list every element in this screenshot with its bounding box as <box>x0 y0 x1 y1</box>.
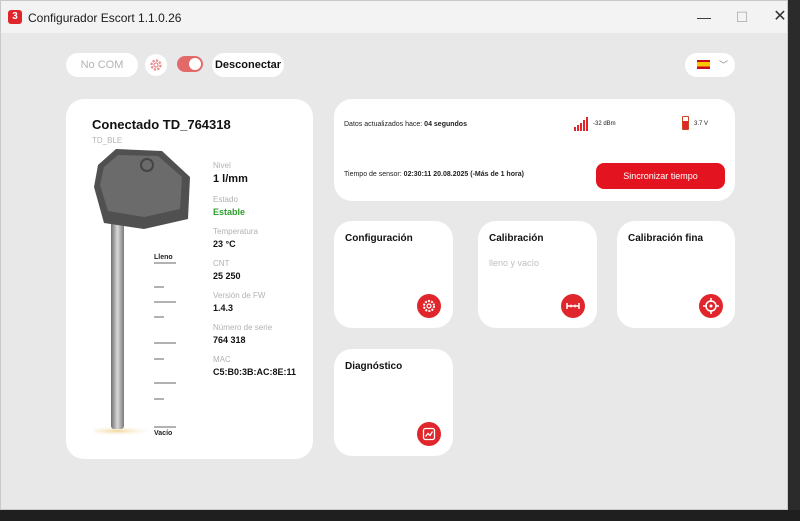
com-settings-button[interactable] <box>145 54 167 76</box>
diagnostics-button[interactable] <box>417 422 441 446</box>
mac-label: MAC <box>213 355 231 364</box>
device-title: Conectado TD_764318 <box>92 117 231 132</box>
connection-toggle[interactable] <box>177 56 203 72</box>
scale-label-full: Lleno <box>154 254 173 261</box>
com-port-selector[interactable]: No COM <box>66 53 138 77</box>
calibration-subtitle: lleno y vacío <box>489 258 540 268</box>
gear-icon <box>423 300 435 312</box>
cnt-label: CNT <box>213 259 230 268</box>
calibration-title: Calibración <box>489 233 544 244</box>
sensor-time-row: Tiempo de sensor: 02:30:11 20.08.2025 (-… <box>344 171 524 178</box>
configuration-button[interactable] <box>417 294 441 318</box>
configuration-title: Configuración <box>345 233 413 244</box>
sensor-time-label: Tiempo de sensor: <box>344 171 402 178</box>
updated-row: Datos actualizados hace: 04 segundos <box>344 121 467 128</box>
disconnect-button[interactable]: Desconectar <box>212 53 284 77</box>
signal-strength-icon <box>574 117 590 131</box>
sync-time-button[interactable]: Sincronizar tiempo <box>596 163 725 189</box>
state-label: Estado <box>213 195 238 204</box>
device-card: Conectado TD_764318 TD_BLE Lleno Vacío N… <box>66 99 313 459</box>
fw-version-label: Versión de FW <box>213 291 266 300</box>
minimize-button[interactable]: — <box>689 7 719 27</box>
configuration-tile[interactable]: Configuración <box>334 221 453 328</box>
app-logo-icon: 3 <box>8 10 22 24</box>
maximize-button[interactable]: ☐ <box>727 7 757 27</box>
sensor-time-note: (-Más de 1 hora) <box>470 171 524 178</box>
crosshair-icon <box>703 298 719 314</box>
temperature-label: Temperatura <box>213 227 258 236</box>
close-button[interactable]: ✕ <box>765 7 787 27</box>
state-value: Estable <box>213 207 246 217</box>
mac-value: C5:B0:3B:AC:8E:11 <box>213 367 297 377</box>
battery-value: 3.7 V <box>694 121 709 127</box>
scale-label-empty: Vacío <box>154 430 172 437</box>
chevron-down-icon: ﹀ <box>719 60 729 70</box>
ruler-icon <box>566 303 580 309</box>
temperature-value: 23 °C <box>213 239 236 249</box>
fine-calibration-tile[interactable]: Calibración fina <box>617 221 735 328</box>
spain-flag-icon <box>697 60 710 69</box>
diagnostics-title: Diagnóstico <box>345 361 403 372</box>
serial-label: Número de serie <box>213 323 273 332</box>
level-label: Nivel <box>213 161 231 170</box>
updated-label: Datos actualizados hace: <box>344 121 423 128</box>
sensor-time-value: 02:30:11 20.08.2025 <box>403 171 469 178</box>
taskbar <box>0 510 800 521</box>
diagnostics-tile[interactable]: Diagnóstico <box>334 349 453 456</box>
language-selector[interactable]: ﹀ <box>685 53 735 77</box>
window-title: Configurador Escort 1.1.0.26 <box>28 11 182 25</box>
gear-icon <box>150 59 162 71</box>
fine-calibration-title: Calibración fina <box>628 233 704 244</box>
device-info-list: Nivel 1 l/mm Estado Estable Temperatura … <box>213 161 296 377</box>
fw-version-value: 1.4.3 <box>213 303 234 313</box>
status-card: Datos actualizados hace: 04 segundos -32… <box>334 99 735 201</box>
calibration-tile[interactable]: Calibración lleno y vacío <box>478 221 597 328</box>
level-value: 1 l/mm <box>213 173 248 185</box>
fine-calibration-button[interactable] <box>699 294 723 318</box>
calibration-button[interactable] <box>561 294 585 318</box>
toggle-knob <box>189 58 201 70</box>
app-window: 3 Configurador Escort 1.1.0.26 — ☐ ✕ No … <box>0 0 788 510</box>
serial-value: 764 318 <box>213 335 246 345</box>
sensor-illustration: Lleno Vacío <box>94 149 190 437</box>
updated-value: 04 segundos <box>424 121 467 128</box>
device-subtitle: TD_BLE <box>92 136 123 145</box>
chart-icon <box>422 427 436 441</box>
cnt-value: 25 250 <box>213 271 241 281</box>
battery-icon <box>682 116 689 130</box>
title-bar: 3 Configurador Escort 1.1.0.26 — ☐ ✕ <box>1 1 787 33</box>
signal-value: -32 dBm <box>593 121 616 127</box>
